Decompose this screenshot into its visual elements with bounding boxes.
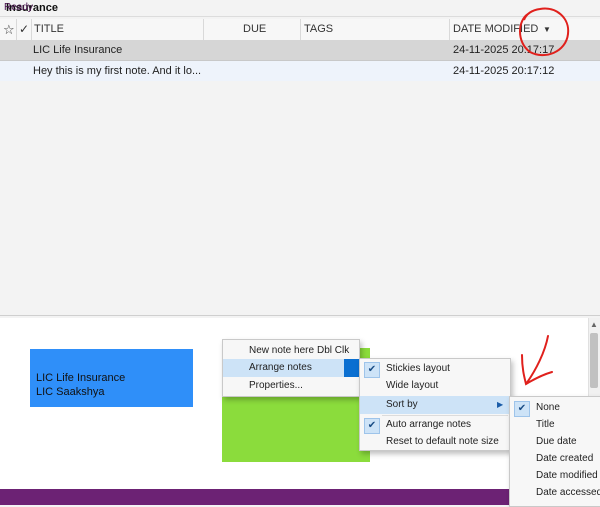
table-row[interactable]: LIC Life Insurance 24-11-2025 20:17:17 <box>0 40 600 61</box>
column-header-title[interactable]: TITLE <box>34 19 64 40</box>
title-bar <box>0 0 600 17</box>
menu-item-sort-title[interactable]: Title <box>510 416 600 434</box>
column-header-date-modified[interactable]: DATE MODIFIED <box>453 19 538 40</box>
menu-item-new-note[interactable]: New note here Dbl Clk <box>223 342 359 360</box>
row-title: Hey this is my first note. And it lo... <box>33 65 202 77</box>
star-column-icon[interactable]: ☆ <box>3 19 15 40</box>
scroll-up-icon[interactable]: ▲ <box>590 320 598 330</box>
menu-item-sort-date-created[interactable]: Date created <box>510 450 600 468</box>
menu-item-arrange-notes[interactable]: Arrange notes <box>223 359 344 377</box>
column-header-tags[interactable]: TAGS <box>304 19 333 40</box>
table-empty-area[interactable] <box>0 81 600 316</box>
table-header: ☆ ✓ TITLE DUE TAGS DATE MODIFIED ▼ <box>0 19 600 41</box>
sort-descending-icon[interactable]: ▼ <box>543 19 551 40</box>
note-line: LIC Saakshya <box>36 386 105 398</box>
checkmark-icon: ✔ <box>364 362 380 378</box>
menu-item-wide-layout[interactable]: Wide layout <box>360 377 510 395</box>
menu-item-sort-none[interactable]: ✔ None <box>510 399 600 417</box>
menu-item-sort-date-modified[interactable]: Date modified <box>510 467 600 485</box>
check-column-icon[interactable]: ✓ <box>19 19 29 40</box>
note-line: LIC Life Insurance <box>36 372 126 384</box>
submenu-indicator <box>344 359 359 377</box>
menu-item-sort-by[interactable]: Sort by ▶ <box>360 396 510 414</box>
checkmark-icon: ✔ <box>364 418 380 434</box>
sticky-note-blue[interactable]: LIC Life Insurance LIC Saakshya <box>30 349 193 407</box>
menu-item-sort-due-date[interactable]: Due date <box>510 433 600 451</box>
menu-item-properties[interactable]: Properties... <box>223 377 359 395</box>
row-date-modified: 24-11-2025 20:17:12 <box>453 65 555 77</box>
menu-item-sort-date-accessed[interactable]: Date accessed <box>510 484 600 502</box>
status-text: Ready <box>4 2 33 13</box>
menu-item-reset-size[interactable]: Reset to default note size <box>360 433 510 451</box>
arrange-submenu: ✔ Stickies layout Wide layout Sort by ▶ … <box>359 358 511 451</box>
sort-by-submenu: ✔ None Title Due date Date created Date … <box>509 396 600 507</box>
chevron-right-icon: ▶ <box>497 400 504 409</box>
checkmark-icon: ✔ <box>514 401 530 417</box>
row-date-modified: 24-11-2025 20:17:17 <box>453 44 555 56</box>
menu-item-stickies-layout[interactable]: ✔ Stickies layout <box>360 360 510 378</box>
row-title: LIC Life Insurance <box>33 44 123 56</box>
canvas-context-menu: New note here Dbl Clk Arrange notes Prop… <box>222 339 360 397</box>
menu-item-auto-arrange[interactable]: ✔ Auto arrange notes <box>360 416 510 434</box>
scrollbar-thumb[interactable] <box>590 333 598 388</box>
table-row[interactable]: Hey this is my first note. And it lo... … <box>0 61 600 81</box>
shortcut-text: Dbl Clk <box>317 345 350 356</box>
column-header-due[interactable]: DUE <box>243 19 266 40</box>
